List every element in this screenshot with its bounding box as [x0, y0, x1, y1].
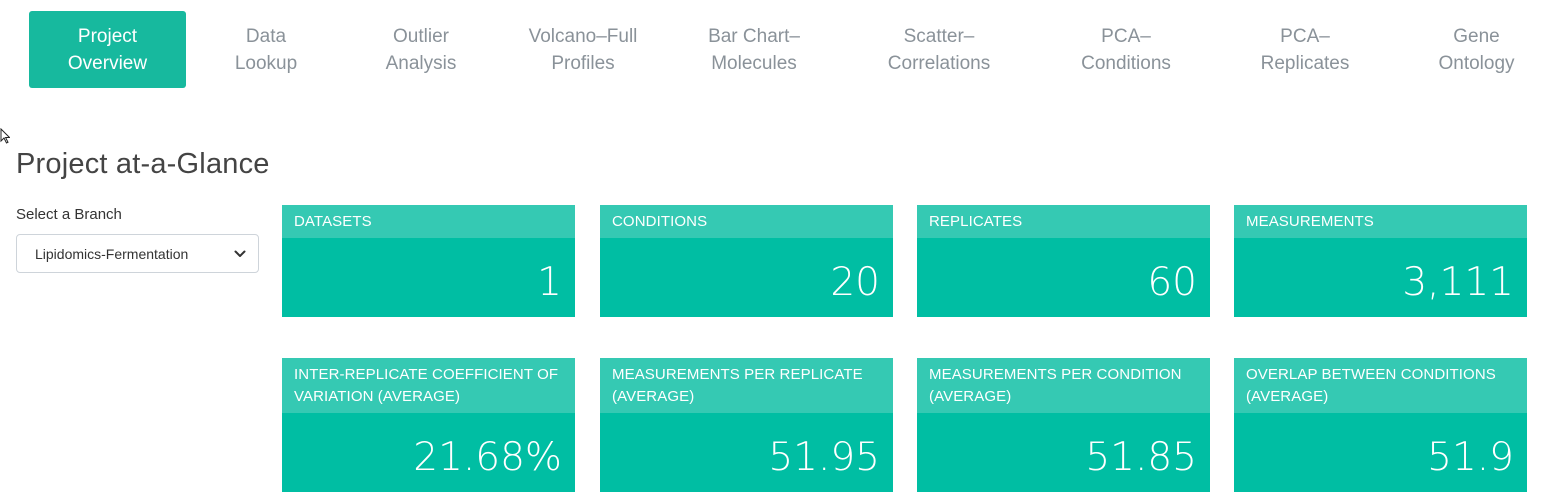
stat-card-value: 1	[537, 260, 562, 305]
nav-tab-pca-conditions[interactable]: PCA– Conditions	[1051, 11, 1201, 88]
stat-card-measurements: MEASUREMENTS 3,111	[1234, 205, 1527, 317]
nav-tab-label-line1: Volcano–Full	[528, 25, 638, 47]
branch-select-label: Select a Branch	[16, 206, 122, 223]
nav-tab-label-line1: Project	[77, 25, 138, 47]
nav-tab-label-line2: Lookup	[234, 52, 298, 74]
stat-card-overlap-between-conditions: OVERLAP BETWEEN CONDITIONS (AVERAGE) 51.…	[1234, 358, 1527, 492]
stat-card-replicates: REPLICATES 60	[917, 205, 1210, 317]
mouse-cursor-icon	[0, 128, 10, 144]
stat-card-value: 60	[1147, 260, 1197, 305]
nav-tab-data-lookup[interactable]: Data Lookup	[196, 11, 336, 88]
stat-card-label: REPLICATES	[917, 205, 1210, 238]
nav-tab-bar-chart-molecules[interactable]: Bar Chart– Molecules	[679, 11, 829, 88]
stat-card-datasets: DATASETS 1	[282, 205, 575, 317]
stat-card-label: MEASUREMENTS	[1234, 205, 1527, 238]
stat-card-label: DATASETS	[282, 205, 575, 238]
page-title: Project at-a-Glance	[16, 148, 270, 180]
branch-select[interactable]: Lipidomics-Fermentation	[16, 234, 259, 273]
chevron-down-icon	[234, 250, 246, 257]
nav-tab-label-line1: Outlier	[393, 25, 449, 47]
stat-card-value: 3,111	[1402, 260, 1514, 305]
stat-card-measurements-per-replicate: MEASUREMENTS PER REPLICATE (AVERAGE) 51.…	[600, 358, 893, 492]
nav-tab-label-line2: Analysis	[385, 52, 457, 74]
nav-tab-label-line1: Scatter–	[903, 25, 975, 47]
nav-tab-label-line1: Gene	[1453, 25, 1500, 47]
nav-tab-label-line2: Overview	[67, 52, 148, 74]
stat-card-value: 21.68%	[413, 435, 562, 480]
nav-tab-scatter-correlations[interactable]: Scatter– Correlations	[864, 11, 1014, 88]
nav-tab-gene-ontology[interactable]: Gene Ontology	[1414, 11, 1539, 88]
stat-card-conditions: CONDITIONS 20	[600, 205, 893, 317]
stat-card-value: 51.85	[1085, 435, 1197, 480]
nav-tab-label-line2: Conditions	[1081, 52, 1171, 74]
stat-card-label: OVERLAP BETWEEN CONDITIONS (AVERAGE)	[1234, 358, 1527, 413]
stat-card-label: INTER-REPLICATE COEFFICIENT OF VARIATION…	[282, 358, 575, 413]
stat-card-cv-average: INTER-REPLICATE COEFFICIENT OF VARIATION…	[282, 358, 575, 492]
nav-tab-label-line2: Profiles	[551, 52, 615, 74]
stat-card-measurements-per-condition: MEASUREMENTS PER CONDITION (AVERAGE) 51.…	[917, 358, 1210, 492]
nav-tab-label-line1: Data	[245, 25, 287, 47]
stat-card-label: MEASUREMENTS PER REPLICATE (AVERAGE)	[600, 358, 893, 413]
nav-tab-volcano-full-profiles[interactable]: Volcano–Full Profiles	[508, 11, 658, 88]
stat-card-value: 51.95	[768, 435, 880, 480]
stat-card-value: 20	[830, 260, 880, 305]
branch-select-value: Lipidomics-Fermentation	[35, 245, 189, 262]
nav-tab-label-line2: Ontology	[1438, 52, 1515, 74]
stat-card-label: CONDITIONS	[600, 205, 893, 238]
nav-tab-label-line1: PCA–	[1101, 25, 1151, 47]
nav-tab-label-line1: PCA–	[1280, 25, 1330, 47]
nav-tab-project-overview[interactable]: Project Overview	[29, 11, 186, 88]
stat-card-label: MEASUREMENTS PER CONDITION (AVERAGE)	[917, 358, 1210, 413]
nav-tab-label-line1: Bar Chart–	[708, 25, 800, 47]
nav-tab-label-line2: Replicates	[1260, 52, 1350, 74]
nav-tab-outlier-analysis[interactable]: Outlier Analysis	[351, 11, 491, 88]
stat-card-value: 51.9	[1427, 435, 1514, 480]
nav-tab-pca-replicates[interactable]: PCA– Replicates	[1230, 11, 1380, 88]
nav-tab-label-line2: Molecules	[711, 52, 797, 74]
main-nav: Project Overview Data Lookup Outlier Ana…	[0, 0, 1547, 100]
nav-tab-label-line2: Correlations	[887, 52, 991, 74]
